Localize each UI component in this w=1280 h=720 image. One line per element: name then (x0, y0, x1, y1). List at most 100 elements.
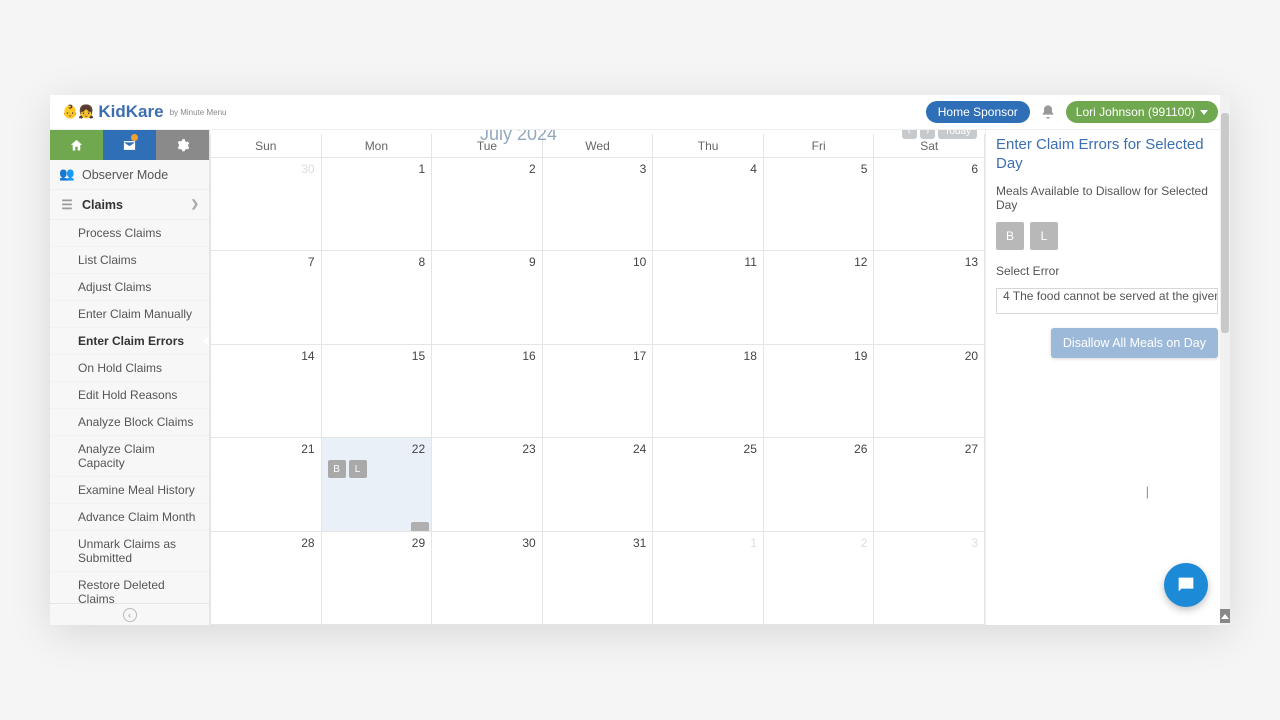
calendar-cell[interactable]: 20 (874, 345, 985, 437)
sidebar-item-edit-hold-reasons[interactable]: Edit Hold Reasons (50, 382, 209, 409)
calendar-date: 6 (971, 162, 978, 176)
calendar-day-header: Wed (543, 134, 654, 157)
sidebar-item-analyze-block-claims[interactable]: Analyze Block Claims (50, 409, 209, 436)
calendar-cell[interactable]: 21 (211, 438, 322, 530)
calendar-date: 31 (633, 536, 646, 550)
sidebar-item-examine-meal-history[interactable]: Examine Meal History (50, 477, 209, 504)
sidebar-item-observer-mode[interactable]: 👥 Observer Mode (50, 160, 209, 190)
calendar-cell[interactable]: 31 (543, 532, 654, 624)
calendar-cell[interactable]: 11 (653, 251, 764, 343)
calendar-date: 3 (971, 536, 978, 550)
calendar-cell[interactable]: 28 (211, 532, 322, 624)
calendar-cell[interactable]: 2 (764, 532, 875, 624)
calendar-cell[interactable]: 17 (543, 345, 654, 437)
calendar-cell[interactable]: 27 (874, 438, 985, 530)
calendar-cell[interactable]: 3 (874, 532, 985, 624)
home-icon (69, 138, 84, 153)
calendar-cell[interactable]: 25 (653, 438, 764, 530)
sidebar-collapse-button[interactable]: ‹ (123, 608, 137, 622)
home-sponsor-button[interactable]: Home Sponsor (926, 101, 1030, 123)
logo-text: KidKare (98, 102, 163, 122)
calendar-day-header: Sun (211, 134, 322, 157)
calendar-cell[interactable]: 19 (764, 345, 875, 437)
calendar-date: 5 (861, 162, 868, 176)
calendar-date: 26 (854, 442, 867, 456)
calendar-date: 12 (854, 255, 867, 269)
disallow-meal-b[interactable]: B (996, 222, 1024, 250)
sidebar-tab-home[interactable] (50, 130, 103, 160)
calendar-cell[interactable]: 13 (874, 251, 985, 343)
sidebar-item-advance-claim-month[interactable]: Advance Claim Month (50, 504, 209, 531)
chevron-up-icon (1221, 614, 1229, 619)
calendar-date: 22 (412, 442, 425, 456)
calendar-cell[interactable]: 10 (543, 251, 654, 343)
logo[interactable]: 👶👧 KidKare by Minute Menu (62, 102, 226, 122)
list-icon: ☰ (60, 197, 74, 212)
sidebar-tab-settings[interactable] (156, 130, 209, 160)
meal-tile-l[interactable]: L (349, 460, 367, 478)
sidebar-item-process-claims[interactable]: Process Claims (50, 220, 209, 247)
calendar-cell[interactable]: 7 (211, 251, 322, 343)
calendar-next-button[interactable]: › (920, 130, 935, 139)
select-error-dropdown[interactable]: 4 The food cannot be served at the given… (996, 288, 1218, 314)
sidebar-item-enter-claim-manually[interactable]: Enter Claim Manually (50, 301, 209, 328)
calendar-cell[interactable]: 4 (653, 158, 764, 250)
calendar-date: 16 (522, 349, 535, 363)
calendar-cell[interactable]: 24 (543, 438, 654, 530)
calendar-cell[interactable]: 9 (432, 251, 543, 343)
scrollbar[interactable] (1220, 95, 1230, 625)
disallow-meal-l[interactable]: L (1030, 222, 1058, 250)
calendar-cell[interactable]: 14 (211, 345, 322, 437)
calendar-title: July 2024 (480, 130, 557, 145)
calendar-cell[interactable]: 15 (322, 345, 433, 437)
calendar-date: 15 (412, 349, 425, 363)
disallow-all-meals-button[interactable]: Disallow All Meals on Day (1051, 328, 1218, 358)
calendar-cell[interactable]: 5 (764, 158, 875, 250)
calendar-cell[interactable]: 2 (432, 158, 543, 250)
calendar-date: 14 (301, 349, 314, 363)
meal-tile-b[interactable]: B (328, 460, 346, 478)
calendar-cell[interactable]: 30 (432, 532, 543, 624)
calendar-date: 19 (854, 349, 867, 363)
calendar-day-header: Fri (764, 134, 875, 157)
calendar-cell[interactable]: 22 BL (322, 438, 433, 530)
sidebar-section-claims[interactable]: ☰ Claims ❯ (50, 190, 209, 220)
calendar-date: 29 (412, 536, 425, 550)
calendar-cell[interactable]: 16 (432, 345, 543, 437)
calendar-cell[interactable]: 30 (211, 158, 322, 250)
calendar-day-header: Mon (322, 134, 433, 157)
sidebar-item-adjust-claims[interactable]: Adjust Claims (50, 274, 209, 301)
calendar-date: 23 (522, 442, 535, 456)
calendar-date: 27 (965, 442, 978, 456)
calendar-date: 1 (750, 536, 757, 550)
calendar-cell[interactable]: 29 (322, 532, 433, 624)
sidebar-tab-messages[interactable] (103, 130, 156, 160)
scroll-to-top-button[interactable] (1220, 609, 1230, 623)
sidebar-item-list-claims[interactable]: List Claims (50, 247, 209, 274)
calendar-cell[interactable]: 23 (432, 438, 543, 530)
calendar-cell[interactable]: 1 (653, 532, 764, 624)
calendar-prev-button[interactable]: ‹ (902, 130, 917, 139)
calendar-cell[interactable]: 12 (764, 251, 875, 343)
user-menu-button[interactable]: Lori Johnson (991100) (1066, 101, 1218, 123)
sidebar-item-analyze-claim-capacity[interactable]: Analyze Claim Capacity (50, 436, 209, 477)
sidebar-item-enter-claim-errors[interactable]: Enter Claim Errors (50, 328, 209, 355)
calendar-date: 1 (418, 162, 425, 176)
notifications-icon[interactable] (1040, 104, 1056, 120)
sidebar-item-label: Observer Mode (82, 168, 168, 182)
scrollbar-thumb[interactable] (1221, 113, 1229, 333)
calendar-cell[interactable]: 26 (764, 438, 875, 530)
sidebar-section-label: Claims (82, 198, 123, 212)
calendar-day-header: Thu (653, 134, 764, 157)
calendar-cell[interactable]: 3 (543, 158, 654, 250)
sidebar-item-unmark-claims-as-submitted[interactable]: Unmark Claims as Submitted (50, 531, 209, 572)
sidebar-item-restore-deleted-claims[interactable]: Restore Deleted Claims (50, 572, 209, 603)
calendar-today-button[interactable]: Today (938, 130, 977, 139)
chat-support-button[interactable] (1164, 563, 1208, 607)
sidebar-item-on-hold-claims[interactable]: On Hold Claims (50, 355, 209, 382)
calendar-cell[interactable]: 6 (874, 158, 985, 250)
calendar-cell[interactable]: 18 (653, 345, 764, 437)
calendar-date: 9 (529, 255, 536, 269)
calendar-cell[interactable]: 8 (322, 251, 433, 343)
calendar-cell[interactable]: 1 (322, 158, 433, 250)
